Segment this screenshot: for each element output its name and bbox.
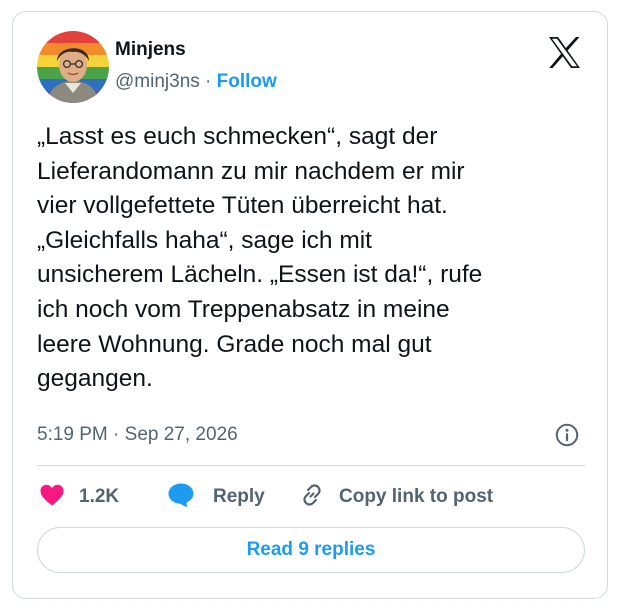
like-count: 1.2K [79,486,120,507]
link-icon [299,482,325,513]
info-icon[interactable] [555,423,579,447]
tweet-text-line: Lieferandomann zu mir nachdem er mir [37,157,465,185]
author-handle[interactable]: @minj3ns [115,71,200,92]
handle-separator: · [199,71,217,92]
tweet-text-line: ich noch vom Treppenabsatz in meine [37,295,450,323]
tweet-text-line: vier vollgefettete Tüten überreicht hat. [37,192,448,220]
like-button[interactable]: 1.2K [39,482,119,512]
avatar[interactable] [37,31,109,103]
divider [37,465,585,466]
author-name[interactable]: Minjens [115,39,186,61]
tweet-date: Sep 27, 2026 [124,424,238,445]
x-logo-icon[interactable] [548,37,581,68]
follow-button[interactable]: Follow [217,71,277,92]
tweet-card: Minjens @minj3ns · Follow „Lasst es euch… [12,11,608,599]
reply-button[interactable]: Reply [167,482,265,512]
copy-link-button[interactable]: Copy link to post [299,482,493,512]
tweet-timestamp[interactable]: 5:19 PM · Sep 27, 2026 [37,424,238,446]
tweet-time: 5:19 PM [37,424,108,445]
speech-bubble-icon [167,482,195,513]
tweet-text-line: „Gleichfalls haha“, sage ich mit [37,226,372,254]
tweet-text-line: „Lasst es euch schmecken“, sagt der [37,123,438,150]
tweet-text: „Lasst es euch schmecken“, sagt der Lief… [37,120,593,397]
author-meta: @minj3ns · Follow [115,71,277,93]
tweet-text-line: unsicherem Lächeln. „Essen ist da!“, ruf… [37,261,483,289]
timestamp-separator: · [107,424,125,445]
read-replies-button[interactable]: Read 9 replies [37,527,585,573]
tweet-text-line: gegangen. [37,365,153,393]
reply-label: Reply [213,486,265,507]
copy-link-label: Copy link to post [339,486,494,507]
tweet-text-line: leere Wohnung. Grade noch mal gut [37,330,432,358]
heart-icon [39,483,65,512]
